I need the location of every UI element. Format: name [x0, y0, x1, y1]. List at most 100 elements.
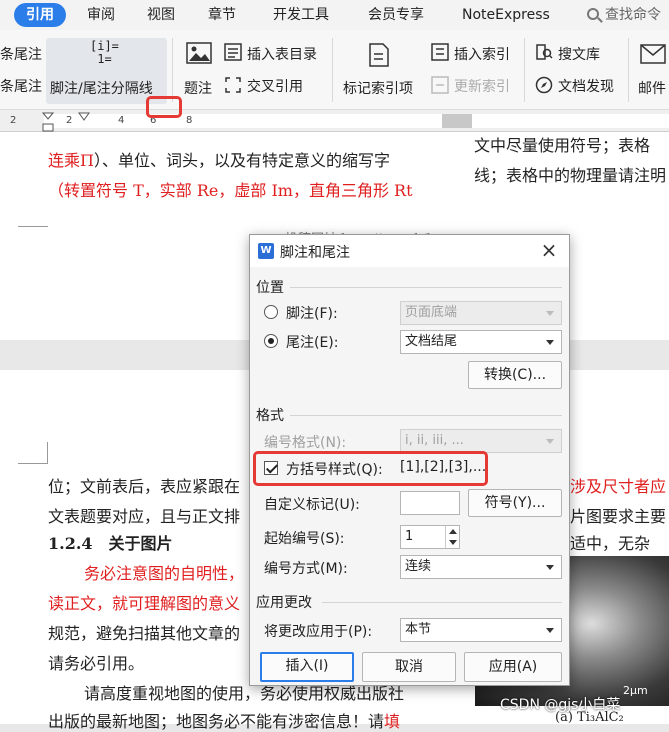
- start-number-stepper[interactable]: 1: [400, 525, 460, 549]
- start-number-label: 起始编号(S):: [264, 531, 345, 547]
- menu-tab-noteexpress[interactable]: NoteExpress: [462, 0, 550, 30]
- highlight-box-bracket-style: [253, 451, 488, 486]
- endnote-radio[interactable]: [264, 334, 278, 348]
- doc-text: ）、单位、词头，以及有特定意义的缩写字: [93, 151, 390, 170]
- dialog-title-bar[interactable]: W 脚注和尾注 ×: [250, 235, 569, 267]
- ribbon-divider: [628, 38, 629, 102]
- doc-line: 涉及尺寸者应: [570, 477, 667, 496]
- ruler-number: 2: [10, 115, 17, 126]
- command-search[interactable]: 查找命令: [587, 0, 661, 30]
- convert-button[interactable]: 转换(C)...: [468, 361, 562, 389]
- footnote-position-value: 页面底端: [405, 305, 458, 320]
- doc-line: （转置符号 T，实部 Re，虚部 Im，直角三角形 Rt: [48, 181, 413, 200]
- close-icon[interactable]: ×: [537, 239, 561, 263]
- menu-tab-member[interactable]: 会员专享: [368, 0, 424, 30]
- crop-mark: [18, 226, 48, 256]
- ribbon-endnote-1[interactable]: 条尾注: [0, 44, 42, 64]
- doc-line: 位；文前表后，表应紧跟在: [48, 477, 241, 496]
- numbering-value: 连续: [405, 559, 432, 574]
- caption-button[interactable]: 题注: [184, 78, 212, 98]
- cross-reference-button[interactable]: 交叉引用: [247, 76, 303, 96]
- insert-toc-button[interactable]: 插入表目录: [247, 44, 317, 64]
- ribbon: 条尾注 条尾注 [i]= 1= 脚注/尾注分隔线 题注 插入表目录 交叉引用 标…: [0, 30, 669, 110]
- number-format-label: 编号格式(N):: [264, 435, 347, 451]
- separator-label: 脚注/尾注分隔线: [50, 81, 153, 97]
- group-divider: [322, 602, 562, 603]
- update-index-button[interactable]: 更新索引: [454, 76, 510, 96]
- doc-line: 读正文，就可理解图的意义: [48, 594, 241, 613]
- dialog-title: 脚注和尾注: [280, 245, 350, 261]
- endnote-position-select[interactable]: 文档结尾: [400, 330, 562, 354]
- update-index-icon: [431, 76, 449, 94]
- footnote-position-select[interactable]: 页面底端: [400, 301, 562, 325]
- caption-icon: [186, 42, 212, 64]
- command-search-label: 查找命令: [605, 7, 661, 23]
- doc-red-text: 填: [384, 712, 401, 731]
- indent-marker-icon[interactable]: [42, 112, 54, 132]
- stepper-arrows-icon[interactable]: [445, 526, 459, 548]
- symbol-button[interactable]: 符号(Y)...: [468, 489, 562, 517]
- apply-group-label: 应用更改: [256, 595, 312, 611]
- highlight-box-ruler: [146, 96, 182, 118]
- start-number-value: 1: [405, 529, 414, 544]
- menu-tab-chapter[interactable]: 章节: [208, 0, 236, 30]
- insert-button[interactable]: 插入(I): [260, 652, 354, 682]
- doc-line: 文表题要对应，且与正文排: [48, 507, 241, 526]
- insert-index-button[interactable]: 插入索引: [454, 44, 510, 64]
- doc-line: 连乘Π）、单位、词头，以及有特定意义的缩写字: [48, 147, 390, 171]
- apply-to-select[interactable]: 本节: [400, 618, 562, 642]
- mark-index-icon: [369, 43, 389, 67]
- doc-line: 请务必引用。: [48, 654, 145, 673]
- mail-button[interactable]: 邮件: [638, 78, 666, 98]
- insert-index-icon: [431, 43, 449, 61]
- doc-discover-button[interactable]: 文档发现: [558, 76, 614, 96]
- ruler-number: 2: [66, 115, 73, 126]
- doc-line: 出版的最新地图；地图务必不能有涉密信息！请填: [48, 708, 400, 732]
- doc-line: 文中尽量使用符号；表格: [474, 136, 651, 155]
- doc-red-text: 连乘Π: [48, 151, 94, 170]
- footnote-radio[interactable]: [264, 305, 278, 319]
- menu-bar: 引用 审阅 视图 章节 开发工具 会员专享 NoteExpress 查找命令: [0, 0, 669, 30]
- ribbon-divider: [332, 38, 333, 102]
- menu-tab-developer[interactable]: 开发工具: [273, 0, 329, 30]
- first-line-indent-icon[interactable]: [78, 112, 90, 122]
- group-divider: [290, 415, 562, 416]
- numbering-select[interactable]: 连续: [400, 555, 562, 579]
- menu-tab-review[interactable]: 审阅: [87, 0, 115, 30]
- ribbon-endnote-2[interactable]: 条尾注: [0, 76, 42, 96]
- apply-button[interactable]: 应用(A): [464, 652, 562, 682]
- menu-tab-references[interactable]: 引用: [14, 3, 66, 27]
- cancel-button[interactable]: 取消: [362, 652, 456, 682]
- endnote-label: 尾注(E):: [286, 335, 339, 351]
- endnote-position-value: 文档结尾: [405, 334, 458, 349]
- ruler-active-area-right: [472, 114, 669, 128]
- ribbon-divider: [524, 38, 525, 102]
- horizontal-ruler[interactable]: 2 2 4 6 8: [0, 110, 669, 132]
- doc-line: 规范，避免扫描其他文章的: [48, 624, 241, 643]
- number-format-select[interactable]: i, ii, iii, ...: [400, 429, 562, 453]
- footnote-label: 脚注(F):: [286, 306, 338, 322]
- chevron-down-icon: [546, 340, 554, 345]
- search-library-icon: [536, 44, 553, 60]
- mark-index-button[interactable]: 标记索引项: [343, 78, 413, 98]
- menu-tab-view[interactable]: 视图: [147, 0, 175, 30]
- position-group-label: 位置: [256, 280, 284, 296]
- numbering-label: 编号方式(M):: [264, 561, 348, 577]
- doc-line: 线；表格中的物理量请注明: [474, 166, 667, 185]
- chevron-down-icon: [546, 565, 554, 570]
- doc-text: 出版的最新地图；地图务必不能有涉密信息！请: [48, 712, 385, 731]
- cross-reference-icon: [225, 77, 241, 93]
- search-icon: [587, 8, 599, 20]
- ruler-number: 4: [118, 115, 125, 126]
- search-library-button[interactable]: 搜文库: [558, 44, 600, 64]
- wps-logo-icon: W: [258, 243, 274, 259]
- custom-mark-label: 自定义标记(U):: [264, 497, 360, 513]
- chevron-down-icon: [546, 628, 554, 633]
- chevron-down-icon: [546, 439, 554, 444]
- ruler-active-area: [44, 114, 442, 128]
- doc-line: 片图要求主要: [570, 507, 667, 526]
- spacer: [224, 106, 225, 107]
- ribbon-divider: [172, 38, 173, 102]
- custom-mark-input[interactable]: [400, 491, 460, 515]
- watermark: CSDN @gjs小白菜: [500, 697, 621, 713]
